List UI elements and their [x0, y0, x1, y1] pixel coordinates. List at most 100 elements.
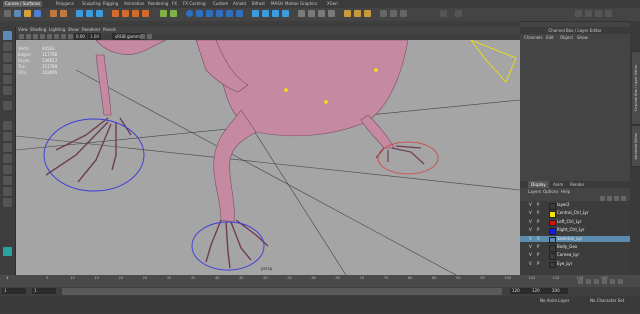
step-back-icon[interactable] — [578, 279, 583, 284]
torus-icon[interactable] — [236, 10, 243, 17]
move-layer-up-icon[interactable] — [600, 195, 605, 201]
layer-color-swatch[interactable] — [549, 211, 556, 218]
select-tool-icon[interactable] — [3, 31, 12, 40]
range-end-field[interactable]: 120 — [510, 288, 530, 294]
grid-toggle-icon[interactable] — [47, 34, 52, 39]
render-settings-icon[interactable] — [364, 10, 371, 17]
plane-icon[interactable] — [226, 10, 233, 17]
camera-attributes-icon[interactable] — [26, 34, 31, 39]
snap-surface-icon[interactable] — [142, 10, 149, 17]
character-set-dropdown[interactable]: No Character Set — [590, 298, 624, 303]
layer-tab-anim[interactable]: Anim — [550, 181, 566, 188]
redo-icon[interactable] — [60, 10, 67, 17]
select-by-component-icon[interactable] — [96, 10, 103, 17]
toggle-attribute-editor-icon[interactable] — [595, 10, 602, 17]
playback-end-field[interactable]: 200 — [550, 288, 568, 294]
go-start-icon[interactable] — [618, 279, 623, 284]
step-forward-icon[interactable] — [602, 279, 607, 284]
menu-set-tab-sculpting[interactable]: Sculpting — [82, 1, 101, 7]
layer-name[interactable]: Right_Ctrl_Lyr — [557, 227, 585, 234]
layer-color-swatch[interactable] — [549, 253, 556, 260]
play-forward-icon[interactable] — [594, 279, 599, 284]
hypershade-layout-icon[interactable] — [3, 176, 12, 185]
extrude-icon[interactable] — [318, 10, 325, 17]
toggle-tool-settings-icon[interactable] — [605, 10, 612, 17]
curve-tool-icon[interactable] — [252, 10, 259, 17]
rotate-tool-icon[interactable] — [3, 75, 12, 84]
select-camera-icon[interactable] — [19, 34, 24, 39]
layer-name[interactable]: Cornea_Lyr — [557, 252, 579, 259]
ipr-render-icon[interactable] — [354, 10, 361, 17]
side-tab-attribute-editor[interactable]: Attribute Editor — [631, 125, 640, 167]
layer-visibility-toggle[interactable]: V — [529, 236, 532, 243]
snap-point-icon[interactable] — [132, 10, 139, 17]
layer-name[interactable]: Body_Geo — [557, 244, 577, 251]
settings-icon[interactable] — [4, 10, 11, 17]
layer-visibility-toggle[interactable]: V — [529, 227, 532, 234]
channel-box-menu-channels[interactable]: Channels — [524, 34, 543, 41]
film-gate-icon[interactable] — [54, 34, 59, 39]
workspace-icon[interactable] — [440, 10, 447, 17]
xray-icon[interactable] — [147, 34, 152, 39]
channel-box-menu-object[interactable]: Object — [560, 34, 573, 41]
layer-visibility-toggle[interactable]: V — [529, 252, 532, 259]
layer-name[interactable]: Central_Ctrl_Lyr — [557, 210, 589, 217]
cone-icon[interactable] — [216, 10, 223, 17]
layer-row[interactable]: V P Right_Ctrl_Lyr — [520, 227, 630, 235]
scale-tool-icon[interactable] — [3, 86, 12, 95]
open-folder-icon[interactable] — [24, 10, 31, 17]
move-tool-icon[interactable] — [3, 64, 12, 73]
go-end-icon[interactable] — [610, 279, 615, 284]
range-slider-handle[interactable] — [62, 288, 502, 295]
layer-color-swatch[interactable] — [549, 245, 556, 252]
new-layer-selected-icon[interactable] — [621, 195, 626, 201]
snap-curve-icon[interactable] — [122, 10, 129, 17]
layer-menu-layers[interactable]: Layers — [528, 188, 541, 195]
layer-name[interactable]: layer2 — [557, 202, 570, 209]
side-by-side-layout-icon[interactable] — [3, 143, 12, 152]
menu-set-tab-fx[interactable]: FX — [172, 1, 177, 7]
cylinder-icon[interactable] — [206, 10, 213, 17]
history-icon[interactable] — [160, 10, 167, 17]
layer-playback-toggle[interactable]: P — [537, 202, 539, 209]
layer-row[interactable]: V P Eye_Lyr — [520, 261, 630, 269]
toggle-channel-box-icon[interactable] — [585, 10, 592, 17]
layer-tab-render[interactable]: Render — [567, 181, 587, 188]
layer-visibility-toggle[interactable]: V — [529, 244, 532, 251]
planar-icon[interactable] — [328, 10, 335, 17]
end-time-field[interactable]: 120 — [530, 288, 550, 294]
graph-editor-layout-icon[interactable] — [3, 165, 12, 174]
layer-color-swatch[interactable] — [549, 228, 556, 235]
hypershade-icon[interactable] — [380, 10, 387, 17]
menu-set-tab-custom[interactable]: Custom — [213, 1, 228, 7]
side-tab-channel-box[interactable]: Channel Box / Layer Editor — [631, 51, 640, 125]
select-by-object-icon[interactable] — [86, 10, 93, 17]
layer-menu-options[interactable]: Options — [543, 188, 558, 195]
select-by-hierarchy-icon[interactable] — [76, 10, 83, 17]
last-tool-icon[interactable] — [3, 101, 12, 110]
snap-grid-icon[interactable] — [112, 10, 119, 17]
layer-color-swatch[interactable] — [549, 261, 556, 269]
camera-exposure-field[interactable]: 0.00 — [74, 33, 87, 40]
render-icon[interactable] — [344, 10, 351, 17]
viewport-persp[interactable]: Verts: 44543 Edges: 117768 Faces: 136613 Tr… — [16, 40, 520, 275]
layer-playback-toggle[interactable]: P — [537, 244, 539, 251]
image-plane-icon[interactable] — [40, 34, 45, 39]
layer-color-swatch[interactable] — [549, 203, 556, 210]
layer-row[interactable]: V R Skeleton_Lyr — [520, 235, 630, 244]
layer-name[interactable]: Eye_Lyr — [557, 261, 572, 268]
layer-menu-help[interactable]: Help — [561, 188, 570, 195]
layer-row[interactable]: V P Cornea_Lyr — [520, 252, 630, 260]
node-editor-icon[interactable] — [400, 10, 407, 17]
menu-set-tab-curves[interactable]: Curves / Surfaces — [3, 1, 43, 7]
render-layout-icon[interactable] — [3, 198, 12, 207]
ep-curve-icon[interactable] — [262, 10, 269, 17]
layer-name[interactable]: Left_Ctrl_Lyr — [557, 219, 582, 226]
four-pane-layout-icon[interactable] — [3, 132, 12, 141]
paint-select-icon[interactable] — [3, 53, 12, 62]
command-line[interactable]: No Anim Layer No Character Set — [0, 296, 640, 305]
channel-box-menu-edit[interactable]: Edit — [546, 34, 554, 41]
layer-name[interactable]: Skeleton_Lyr — [557, 236, 582, 243]
isolate-select-icon[interactable] — [140, 34, 145, 39]
bookmark-icon[interactable] — [33, 34, 38, 39]
